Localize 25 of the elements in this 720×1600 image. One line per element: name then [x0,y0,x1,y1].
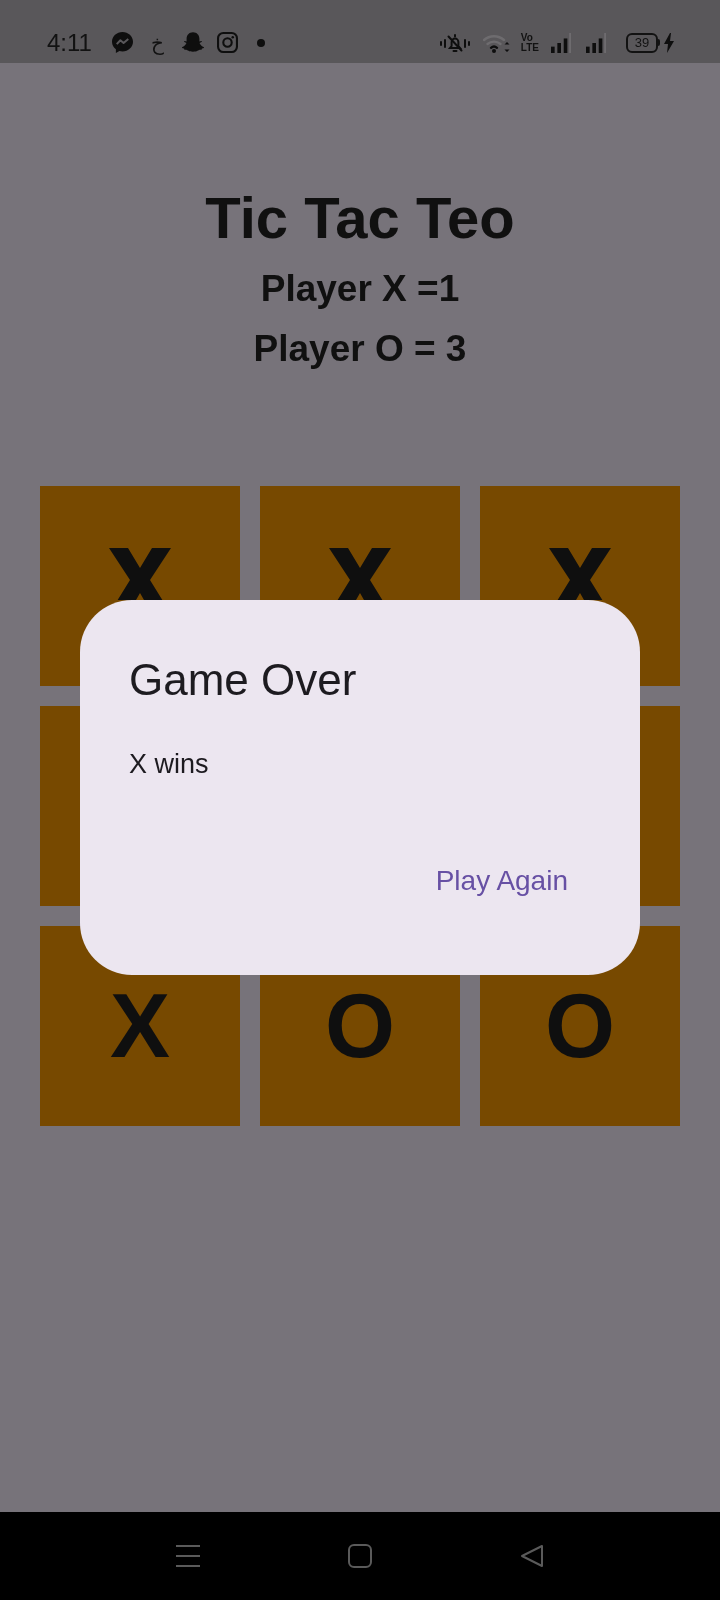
wifi-icon [482,32,512,53]
back-icon[interactable] [520,1544,544,1568]
dialog-message: X wins [129,748,209,781]
play-again-button[interactable]: Play Again [423,853,580,909]
home-icon[interactable] [348,1544,372,1568]
score-label: Player X =1 [260,267,460,311]
x-mark-icon [549,548,611,600]
dot-icon [256,38,265,47]
network-type-label: LTE [520,42,539,53]
ghost-icon [181,32,204,53]
network-type-label: Vo [520,32,534,43]
notification-glyph: خ [150,30,164,55]
status-time: 4:11 [47,28,92,57]
signal-icon [585,32,607,53]
camera-icon [216,32,238,53]
app-title: Tic Tac Teo [205,185,515,251]
dialog-title: Game Over [129,654,357,706]
chat-bubble-icon [111,32,133,53]
x-mark-icon [329,548,391,600]
x-mark-icon [109,548,171,600]
charging-bolt-icon [664,32,674,53]
battery-indicator: 39 [626,32,660,53]
score-label: Player O = 3 [253,327,467,371]
menu-icon[interactable] [176,1544,200,1568]
signal-icon [550,32,572,53]
